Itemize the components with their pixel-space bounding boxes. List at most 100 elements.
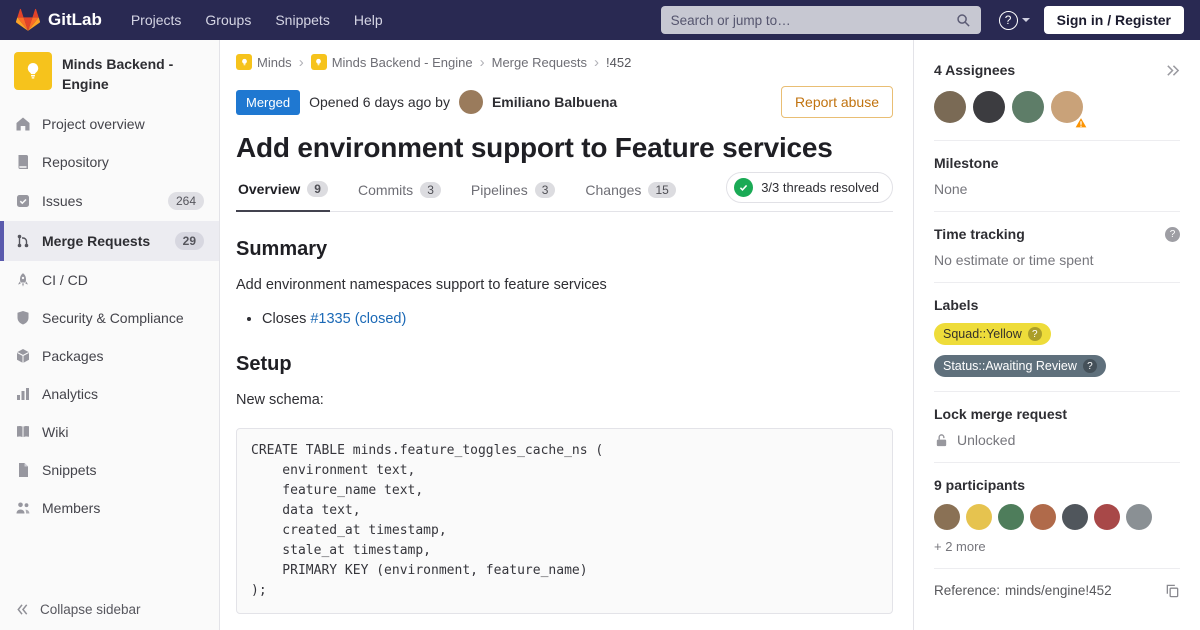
breadcrumb-current: !452: [606, 55, 631, 70]
help-menu[interactable]: ?: [999, 11, 1030, 30]
code-content: CREATE TABLE minds.feature_toggles_cache…: [251, 443, 603, 598]
participant-avatar[interactable]: [934, 504, 960, 530]
project-header-link[interactable]: Minds Backend - Engine: [0, 40, 219, 105]
lightbulb-icon: [23, 61, 43, 81]
tab-changes[interactable]: Changes 15: [583, 169, 677, 211]
sidebar-item-wiki[interactable]: Wiki: [0, 413, 219, 451]
participant-avatar[interactable]: [1030, 504, 1056, 530]
mr-sidebar: 4 Assignees Milestone None: [913, 40, 1200, 630]
participant-avatar[interactable]: [1126, 504, 1152, 530]
tab-count: 3: [535, 182, 556, 198]
labels-list: Squad::Yellow ? Status::Awaiting Review …: [934, 313, 1180, 377]
sidebar-item-ci-cd[interactable]: CI / CD: [0, 261, 219, 299]
sidebar-item-packages[interactable]: Packages: [0, 337, 219, 375]
breadcrumb-group-link[interactable]: Minds: [236, 54, 292, 70]
participant-avatar[interactable]: [1062, 504, 1088, 530]
assignee-avatar-with-warning[interactable]: [1051, 91, 1083, 126]
participant-avatar[interactable]: [966, 504, 992, 530]
search-box[interactable]: [661, 6, 981, 34]
nav-item-projects[interactable]: Projects: [120, 6, 193, 34]
time-tracking-help-icon[interactable]: ?: [1165, 227, 1180, 242]
help-icon: ?: [999, 11, 1018, 30]
sidebar-item-members[interactable]: Members: [0, 489, 219, 527]
summary-list: Closes #1335 (closed): [262, 311, 893, 327]
participant-avatar[interactable]: [1094, 504, 1120, 530]
tab-label: Commits: [358, 182, 413, 198]
project-sidebar: Minds Backend - Engine Project overview …: [0, 40, 220, 630]
scoped-label-help-icon[interactable]: ?: [1083, 359, 1097, 373]
sidebar-item-label: Repository: [42, 154, 109, 170]
lock-section: Lock merge request Unlocked: [934, 392, 1180, 463]
gitlab-tanuki-icon: [16, 8, 40, 32]
tab-label: Changes: [585, 182, 641, 198]
sidebar-item-merge-requests[interactable]: Merge Requests 29: [0, 221, 219, 261]
label-squad-yellow[interactable]: Squad::Yellow ?: [934, 323, 1051, 345]
report-abuse-button[interactable]: Report abuse: [781, 86, 893, 118]
lock-title: Lock merge request: [934, 406, 1067, 422]
nav-item-groups[interactable]: Groups: [194, 6, 262, 34]
gitlab-logo-link[interactable]: GitLab: [16, 8, 102, 32]
summary-text: Add environment namespaces support to fe…: [236, 275, 893, 297]
participants-avatars: [934, 504, 1180, 530]
nav-item-help[interactable]: Help: [343, 6, 394, 34]
participant-avatar[interactable]: [998, 504, 1024, 530]
page-layout: Minds Backend - Engine Project overview …: [0, 40, 1200, 630]
code-block: CREATE TABLE minds.feature_toggles_cache…: [236, 428, 893, 614]
collapse-sidebar-label: Collapse sidebar: [40, 602, 141, 617]
double-chevron-right-icon[interactable]: [1165, 63, 1180, 78]
breadcrumb-separator: ›: [594, 55, 599, 70]
time-tracking-value: No estimate or time spent: [934, 252, 1180, 268]
breadcrumb-merge-requests-link[interactable]: Merge Requests: [492, 55, 587, 70]
tab-overview[interactable]: Overview 9: [236, 168, 330, 212]
sidebar-item-snippets[interactable]: Snippets: [0, 451, 219, 489]
breadcrumb-project-link[interactable]: Minds Backend - Engine: [311, 54, 473, 70]
assignee-avatar[interactable]: [1012, 91, 1044, 123]
time-tracking-title: Time tracking: [934, 226, 1025, 242]
nav-item-snippets[interactable]: Snippets: [264, 6, 340, 34]
closes-issue-link[interactable]: #1335 (closed): [310, 311, 406, 327]
sidebar-item-project-overview[interactable]: Project overview: [0, 105, 219, 143]
sidebar-item-analytics[interactable]: Analytics: [0, 375, 219, 413]
sidebar-item-label: Snippets: [42, 462, 96, 478]
copy-reference-button[interactable]: [1165, 583, 1180, 598]
collapse-sidebar-button[interactable]: Collapse sidebar: [0, 589, 219, 630]
project-avatar-small: [311, 54, 327, 70]
sidebar-item-issues[interactable]: Issues 264: [0, 181, 219, 221]
author-name-link[interactable]: Emiliano Balbuena: [492, 94, 617, 110]
label-status-awaiting-review[interactable]: Status::Awaiting Review ?: [934, 355, 1106, 377]
project-avatar: [14, 52, 52, 90]
milestone-section: Milestone None: [934, 141, 1180, 212]
sign-in-button[interactable]: Sign in / Register: [1044, 6, 1184, 34]
top-navbar: GitLab Projects Groups Snippets Help ? S…: [0, 0, 1200, 40]
snippet-icon: [15, 462, 31, 478]
sidebar-item-repository[interactable]: Repository: [0, 143, 219, 181]
setup-heading: Setup: [236, 353, 893, 376]
assignee-avatar[interactable]: [934, 91, 966, 123]
issues-icon: [15, 193, 31, 209]
reference-value: minds/engine!452: [1005, 583, 1112, 598]
search-input[interactable]: [671, 13, 956, 28]
tab-commits[interactable]: Commits 3: [356, 169, 443, 211]
assignees-avatars: [934, 91, 1180, 126]
participants-section: 9 participants + 2 more: [934, 463, 1180, 569]
milestone-title: Milestone: [934, 155, 999, 171]
sidebar-item-label: Wiki: [42, 424, 68, 440]
closes-label: Closes: [262, 311, 306, 327]
author-avatar[interactable]: [459, 90, 483, 114]
labels-section: Labels Squad::Yellow ? Status::Awaiting …: [934, 283, 1180, 392]
tab-pipelines[interactable]: Pipelines 3: [469, 169, 558, 211]
unlock-icon: [934, 433, 949, 448]
participants-more-button[interactable]: + 2 more: [934, 539, 986, 554]
rocket-icon: [15, 272, 31, 288]
scoped-label-help-icon[interactable]: ?: [1028, 327, 1042, 341]
milestone-value: None: [934, 181, 1180, 197]
shield-icon: [15, 310, 31, 326]
sidebar-item-security-compliance[interactable]: Security & Compliance: [0, 299, 219, 337]
assignee-avatar[interactable]: [973, 91, 1005, 123]
sidebar-item-label: Project overview: [42, 116, 145, 132]
bar-chart-icon: [15, 386, 31, 402]
sidebar-item-label: Issues: [42, 193, 82, 209]
threads-resolved-pill[interactable]: 3/3 threads resolved: [726, 172, 893, 203]
breadcrumb-group-label: Minds: [257, 55, 292, 70]
participants-title: 9 participants: [934, 477, 1025, 493]
